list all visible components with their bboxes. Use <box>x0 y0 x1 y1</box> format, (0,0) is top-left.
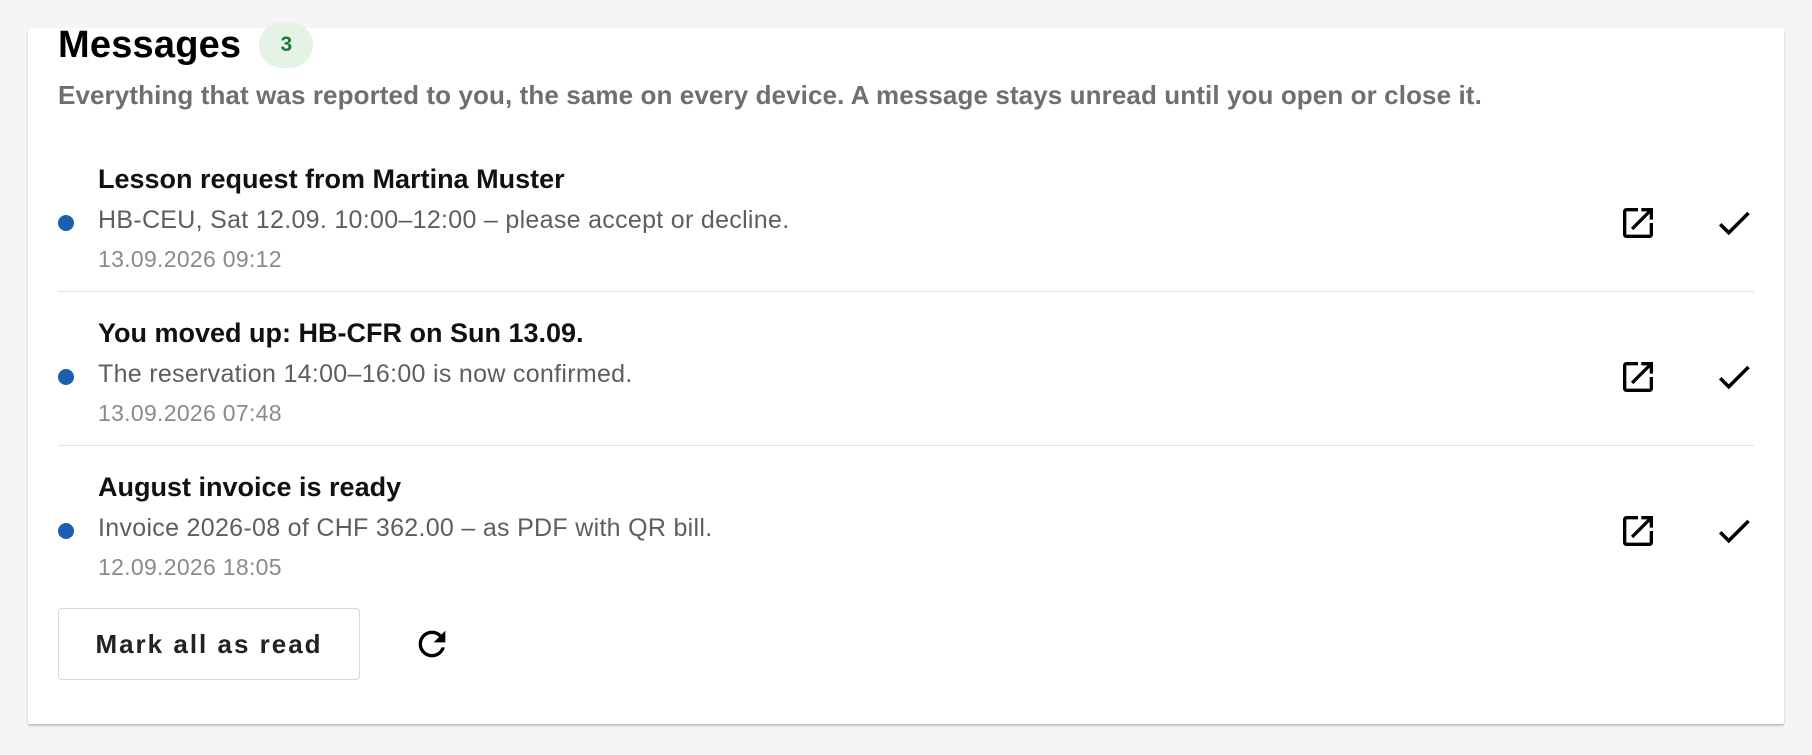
mark-read-button[interactable] <box>1706 195 1762 251</box>
message-list: Lesson request from Martina Muster HB-CE… <box>58 138 1754 600</box>
page-title: Messages <box>58 24 242 66</box>
message-title: Lesson request from Martina Muster <box>98 164 565 194</box>
message-item: August invoice is ready Invoice 2026-08 … <box>58 446 1754 600</box>
message-body: HB-CEU, Sat 12.09. 10:00–12:00 – please … <box>98 206 790 234</box>
open-in-new-icon <box>1623 362 1653 392</box>
unread-count-badge: 3 <box>259 22 314 68</box>
message-title: You moved up: HB-CFR on Sun 13.09. <box>98 318 584 348</box>
unread-dot-icon <box>58 523 74 539</box>
message-text: You moved up: HB-CFR on Sun 13.09. The r… <box>98 320 633 426</box>
message-text: August invoice is ready Invoice 2026-08 … <box>98 474 713 580</box>
unread-dot-icon <box>58 369 74 385</box>
open-in-new-icon <box>1623 516 1653 546</box>
message-body: Invoice 2026-08 of CHF 362.00 – as PDF w… <box>98 514 713 542</box>
open-message-button[interactable] <box>1610 195 1666 251</box>
refresh-button[interactable] <box>408 620 456 668</box>
open-message-button[interactable] <box>1610 349 1666 405</box>
messages-footer: Mark all as read <box>58 608 456 680</box>
check-icon <box>1718 211 1750 236</box>
message-title: August invoice is ready <box>98 472 402 502</box>
message-item: You moved up: HB-CFR on Sun 13.09. The r… <box>58 292 1754 446</box>
unread-dot-icon <box>58 215 74 231</box>
check-icon <box>1718 519 1750 544</box>
message-body: The reservation 14:00–16:00 is now confi… <box>98 360 633 388</box>
message-item: Lesson request from Martina Muster HB-CE… <box>58 138 1754 292</box>
check-icon <box>1718 365 1750 390</box>
messages-header: Messages 3 <box>58 22 314 68</box>
message-timestamp: 12.09.2026 18:05 <box>98 553 282 580</box>
open-message-button[interactable] <box>1610 503 1666 559</box>
message-timestamp: 13.09.2026 09:12 <box>98 245 282 272</box>
page-subtitle: Everything that was reported to you, the… <box>58 80 1482 110</box>
message-timestamp: 13.09.2026 07:48 <box>98 399 282 426</box>
open-in-new-icon <box>1623 208 1653 238</box>
mark-read-button[interactable] <box>1706 503 1762 559</box>
mark-all-read-button[interactable]: Mark all as read <box>58 608 360 680</box>
mark-read-button[interactable] <box>1706 349 1762 405</box>
refresh-icon <box>418 630 446 658</box>
messages-card: Messages 3 Everything that was reported … <box>28 22 1784 724</box>
message-text: Lesson request from Martina Muster HB-CE… <box>98 166 789 272</box>
